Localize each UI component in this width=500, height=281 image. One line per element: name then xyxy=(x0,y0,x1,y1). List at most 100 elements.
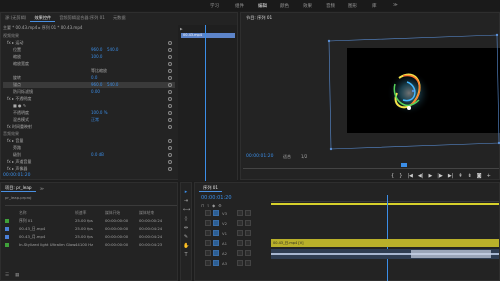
reset-icon[interactable] xyxy=(168,82,172,87)
reset-icon[interactable] xyxy=(168,166,172,171)
reset-icon[interactable] xyxy=(168,145,172,150)
label-color-swatch[interactable] xyxy=(5,234,9,239)
effect-value-1[interactable]: 960.0 xyxy=(91,47,102,52)
effect-value-1[interactable]: 0.00 xyxy=(91,89,100,94)
track-sync-lock-icon[interactable] xyxy=(237,240,243,246)
hand-tool-icon[interactable]: ✋ xyxy=(183,243,189,249)
mark-out-icon[interactable]: } xyxy=(399,173,402,179)
tab-project[interactable]: 项目: pr_leap xyxy=(1,185,36,192)
effect-row[interactable]: fx ▸ 声像器 xyxy=(3,166,175,172)
track-sync-lock-icon[interactable] xyxy=(237,230,243,236)
reset-icon[interactable] xyxy=(168,75,172,80)
timeline-playhead[interactable] xyxy=(387,195,388,281)
effect-row[interactable]: fx ▸ 声道音量 xyxy=(3,159,175,165)
track-visibility-icon[interactable] xyxy=(245,220,251,226)
selection-tool-icon[interactable]: ▸ xyxy=(183,189,189,195)
type-tool-icon[interactable]: T xyxy=(183,252,189,258)
audio-clip[interactable] xyxy=(271,249,499,259)
search-bar[interactable] xyxy=(5,202,177,206)
effect-row[interactable]: 音频效果 xyxy=(3,131,175,137)
linked-selection-icon[interactable]: ⌇ xyxy=(207,203,209,208)
step-back-icon[interactable]: ◀| xyxy=(418,173,424,179)
program-title[interactable]: 节目: 序列 01 xyxy=(246,15,272,21)
effect-row[interactable]: 不透明度 100.0 % xyxy=(3,110,175,116)
reset-icon[interactable] xyxy=(168,61,172,66)
zoom-select[interactable]: 适合 xyxy=(283,154,291,160)
track-target-toggle[interactable] xyxy=(213,230,219,236)
transform-bounding-box[interactable] xyxy=(301,31,500,151)
slip-tool-icon[interactable]: ⇹ xyxy=(183,225,189,231)
effect-value-1[interactable]: 0.0 dB xyxy=(91,152,104,157)
effect-row[interactable]: 缩放宽度 xyxy=(3,61,175,67)
reset-icon[interactable] xyxy=(168,68,172,73)
effect-row[interactable]: 防闪烁滤镜 0.00 xyxy=(3,89,175,95)
tab-audio-mixer[interactable]: 音频剪辑混合器:序列 01 xyxy=(55,15,109,21)
track-sync-lock-icon[interactable] xyxy=(237,210,243,216)
tab-sequence[interactable]: 序列 01 xyxy=(199,185,223,192)
reset-icon[interactable] xyxy=(168,159,172,164)
col-fps[interactable]: 帧速率 xyxy=(75,210,86,216)
track-lock-icon[interactable] xyxy=(205,230,211,236)
effect-value-1[interactable]: 960.0 xyxy=(91,82,102,87)
effect-value-1[interactable]: 100.0 xyxy=(91,54,102,59)
menu-learn[interactable]: 学习 xyxy=(210,3,219,9)
track-header[interactable]: V1 xyxy=(199,229,269,238)
reset-icon[interactable] xyxy=(168,40,172,45)
tab-source[interactable]: 源:(无剪辑) xyxy=(1,15,30,21)
effect-row[interactable]: 旋转 0.0 xyxy=(3,75,175,81)
project-item[interactable]: In-Stylized light Ultralim Glow 44100 Hz 0… xyxy=(5,241,175,248)
reset-icon[interactable] xyxy=(168,124,172,129)
track-lock-icon[interactable] xyxy=(205,210,211,216)
timeline-settings-icon[interactable]: ⚙ xyxy=(218,203,222,208)
track-header[interactable]: V3 xyxy=(199,209,269,218)
lift-icon[interactable]: ⇞ xyxy=(458,173,462,179)
track-lock-icon[interactable] xyxy=(205,240,211,246)
reset-icon[interactable] xyxy=(168,152,172,157)
timeline-ruler[interactable] xyxy=(271,195,499,202)
col-name[interactable]: 名称 xyxy=(19,210,27,216)
program-timecode[interactable]: 00:00:01:20 xyxy=(246,154,273,159)
reset-icon[interactable] xyxy=(168,89,172,94)
track-visibility-icon[interactable] xyxy=(245,240,251,246)
track-header[interactable]: A2 xyxy=(199,249,269,258)
menu-audio[interactable]: 音频 xyxy=(326,3,335,9)
menu-more[interactable]: ≫ xyxy=(393,3,398,8)
effect-row[interactable]: fx ▸ 音量 xyxy=(3,138,175,144)
reset-icon[interactable] xyxy=(168,103,172,108)
effect-value-1[interactable]: 0.0 xyxy=(91,75,97,80)
track-header[interactable]: A3 xyxy=(199,259,269,268)
effect-timecode[interactable]: 00:00:01:20 xyxy=(3,173,30,178)
pen-tool-icon[interactable]: ✎ xyxy=(183,234,189,240)
effect-value-2[interactable]: 540.0 xyxy=(107,82,118,87)
track-visibility-icon[interactable] xyxy=(245,250,251,256)
effect-row[interactable]: 混合模式 正常 xyxy=(3,117,175,123)
work-area-bar[interactable] xyxy=(271,203,499,205)
track-target-toggle[interactable] xyxy=(213,210,219,216)
play-icon[interactable]: ▶ xyxy=(428,173,432,179)
mini-clip-bar[interactable]: 00.43.mp4 xyxy=(181,33,235,38)
menu-graphics[interactable]: 图形 xyxy=(348,3,357,9)
menu-effects[interactable]: 效果 xyxy=(303,3,312,9)
effect-row[interactable]: 旁路 xyxy=(3,145,175,151)
track-select-tool-icon[interactable]: ⇥ xyxy=(183,198,189,204)
more-controls-icon[interactable]: + xyxy=(487,173,491,179)
step-forward-icon[interactable]: |▶ xyxy=(437,173,443,179)
track-visibility-icon[interactable] xyxy=(245,210,251,216)
quality-select[interactable]: 1/2 xyxy=(301,154,307,159)
project-item[interactable]: 00.43_日.mp4 25.00 fps 00:00:00:00 00:00:04:… xyxy=(5,225,175,232)
track-target-toggle[interactable] xyxy=(213,240,219,246)
menu-libraries[interactable]: 库 xyxy=(372,3,377,9)
track-header[interactable]: V2 xyxy=(199,219,269,228)
go-to-in-icon[interactable]: |◀ xyxy=(407,173,413,179)
reset-icon[interactable] xyxy=(168,117,172,122)
track-lock-icon[interactable] xyxy=(205,220,211,226)
video-clip[interactable]: 00.43_日.mp4 [V] xyxy=(271,239,499,247)
tab-effect-controls[interactable]: 效果控件 xyxy=(30,15,56,22)
timeline-timecode[interactable]: 00:00:01:20 xyxy=(201,195,232,201)
effect-value-1[interactable]: 正常 xyxy=(91,117,99,123)
track-target-toggle[interactable] xyxy=(213,250,219,256)
reset-icon[interactable] xyxy=(168,110,172,115)
effect-row[interactable]: 位置 960.0 540.0 xyxy=(3,47,175,53)
project-item[interactable]: 序列 01 25.00 fps 00:00:00:00 00:00:00:24 xyxy=(5,217,175,224)
snap-icon[interactable]: ⊓ xyxy=(201,203,204,208)
